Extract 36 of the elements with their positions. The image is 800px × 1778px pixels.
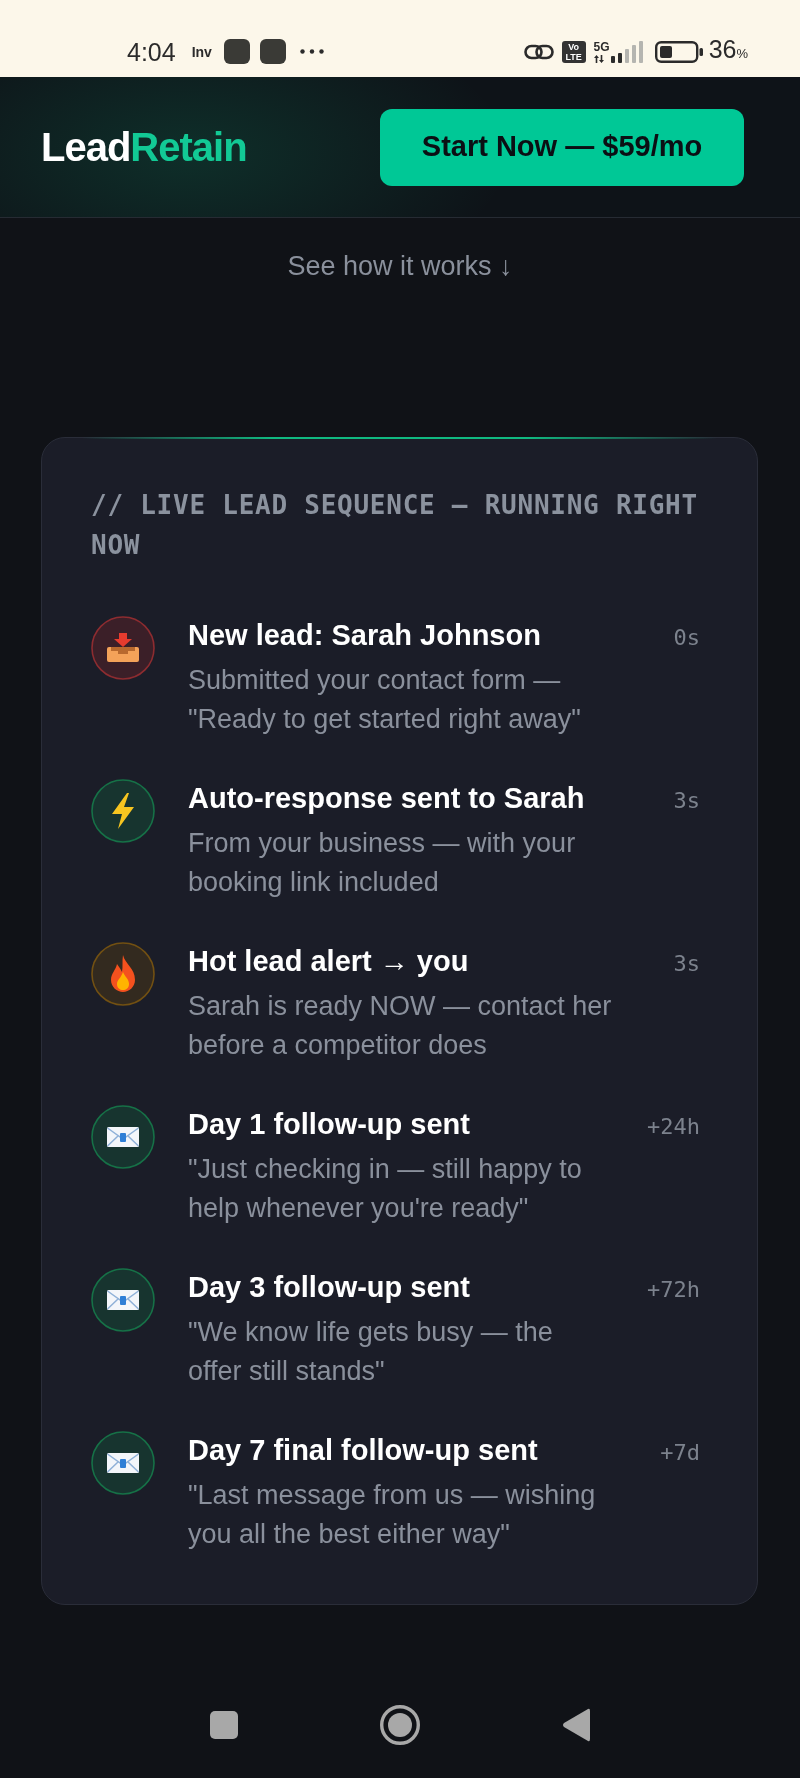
event-time: 0s <box>673 624 700 652</box>
event-description: "Just checking in — still happy to help whenever you're ready" <box>188 1153 583 1225</box>
event-description: "We know life gets busy — the offer still stands" <box>188 1316 554 1388</box>
event-time: 3s <box>673 950 700 978</box>
event-title: Day 7 final follow-up sent <box>188 1433 539 1468</box>
app-icon <box>259 39 286 64</box>
event-title: Day 1 follow-up sent <box>188 1107 471 1142</box>
event-title: Auto-response sent to Sarah <box>188 781 586 816</box>
home-icon[interactable] <box>380 1705 420 1745</box>
event-description: "Last message from us — wishing you all the best either way" <box>188 1479 597 1551</box>
battery-percent: 36% <box>708 34 748 65</box>
event-time: +72h <box>647 1276 700 1304</box>
event-time: +24h <box>647 1113 700 1141</box>
data-arrows-icon <box>593 54 604 63</box>
back-icon[interactable] <box>562 1708 590 1742</box>
event-title: New lead: Sarah Johnson <box>188 618 542 653</box>
card-heading: // LIVE LEAD SEQUENCE — RUNNING RIGHT NOW <box>91 489 699 562</box>
volte-badge: Vo LTE <box>561 40 586 63</box>
event-description: Submitted your contact form — "Ready to get started right away" <box>188 664 582 736</box>
see-how-link[interactable]: See how it works ↓ <box>287 247 513 285</box>
status-time: 4:04 <box>127 36 176 67</box>
notification-label: Inv <box>191 42 212 61</box>
battery-icon <box>654 40 703 63</box>
event-time: 3s <box>673 787 700 815</box>
logo[interactable]: LeadRetain <box>41 123 247 171</box>
event-time: +7d <box>660 1439 700 1467</box>
event-description: From your business — with your booking link included <box>188 827 577 899</box>
event-title: Day 3 follow-up sent <box>188 1270 471 1305</box>
signal-icon <box>610 40 645 63</box>
start-now-button[interactable]: Start Now — $59/mo <box>380 108 744 186</box>
more-dots-icon <box>299 49 324 54</box>
network-type: 5G <box>593 40 610 53</box>
app-icon <box>223 39 250 64</box>
event-description: Sarah is ready NOW — contact her before a competitor does <box>188 990 613 1062</box>
recent-apps-icon[interactable] <box>210 1711 238 1739</box>
event-title: Hot lead alert → you <box>188 944 470 979</box>
